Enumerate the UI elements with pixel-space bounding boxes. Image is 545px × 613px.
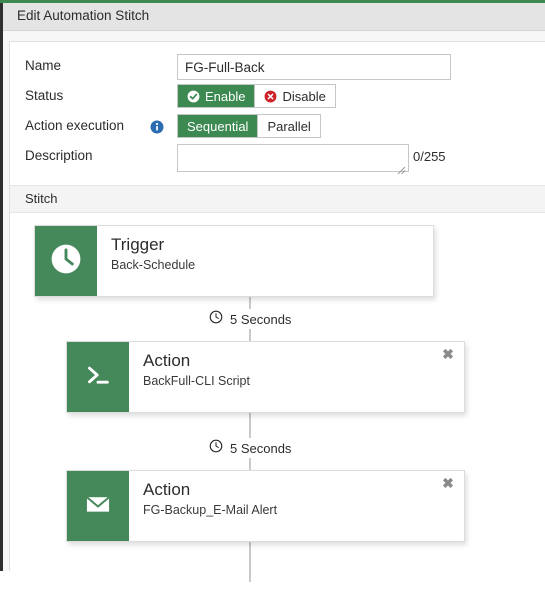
- trigger-subtitle: Back-Schedule: [111, 258, 196, 272]
- status-disable-button[interactable]: Disable: [255, 85, 335, 107]
- flow-node-action-email[interactable]: Action FG-Backup_E-Mail Alert ✖: [66, 470, 465, 542]
- description-character-counter: 0/255: [413, 149, 446, 164]
- action-cli-subtitle: BackFull-CLI Script: [143, 374, 250, 388]
- action-email-title: Action: [143, 480, 191, 499]
- x-circle-icon: [264, 90, 277, 103]
- action-email-subtitle: FG-Backup_E-Mail Alert: [143, 503, 278, 517]
- flow-connector-3: [249, 542, 251, 582]
- trigger-title: Trigger: [111, 235, 165, 254]
- action-email-body: Action FG-Backup_E-Mail Alert ✖: [129, 471, 464, 541]
- terminal-icon: [81, 358, 115, 397]
- stitch-flow-canvas: Trigger Back-Schedule 5 Seconds Action B…: [10, 213, 545, 613]
- name-label: Name: [25, 58, 62, 73]
- left-rail: [0, 3, 3, 571]
- flow-node-action-cli[interactable]: Action BackFull-CLI Script ✖: [66, 341, 465, 413]
- action-execution-toggle-group: Sequential Parallel: [177, 114, 321, 138]
- status-enable-button[interactable]: Enable: [178, 85, 256, 107]
- sequential-label: Sequential: [187, 118, 249, 134]
- clock-icon: [48, 241, 84, 282]
- form-row-action-execution: Action execution Sequential Parallel: [10, 114, 545, 142]
- info-icon[interactable]: [150, 120, 164, 134]
- status-disable-label: Disable: [282, 88, 326, 104]
- action-cli-remove-button[interactable]: ✖: [440, 346, 456, 362]
- action-email-icon-box: [67, 471, 129, 541]
- trigger-icon-box: [35, 226, 97, 296]
- page-title: Edit Automation Stitch: [17, 8, 150, 23]
- name-input[interactable]: [177, 54, 451, 80]
- trigger-body: Trigger Back-Schedule: [97, 226, 433, 296]
- status-enable-label: Enable: [205, 88, 246, 104]
- description-label: Description: [25, 148, 93, 163]
- content-panel: Name Status Enable: [9, 41, 545, 613]
- action-cli-icon-box: [67, 342, 129, 412]
- check-circle-icon: [187, 90, 200, 103]
- delay-label-1: 5 Seconds: [230, 311, 292, 327]
- form-row-name: Name: [10, 54, 545, 82]
- form-row-description: Description 0/255: [10, 144, 545, 175]
- action-cli-body: Action BackFull-CLI Script ✖: [129, 342, 464, 412]
- status-label: Status: [25, 88, 64, 103]
- flow-node-trigger[interactable]: Trigger Back-Schedule: [34, 225, 434, 297]
- parallel-label: Parallel: [267, 118, 311, 134]
- application-frame: Edit Automation Stitch Name Status Enabl…: [0, 0, 545, 613]
- action-email-remove-button[interactable]: ✖: [440, 475, 456, 491]
- form-row-status: Status Enable Disable: [10, 84, 545, 112]
- stitch-section-header: Stitch: [10, 185, 545, 213]
- status-toggle-group: Enable Disable: [177, 84, 336, 108]
- delay-label-2: 5 Seconds: [230, 440, 292, 456]
- action-cli-title: Action: [143, 351, 191, 370]
- clock-outline-icon: [209, 310, 223, 329]
- window-title-bar: Edit Automation Stitch: [3, 3, 545, 31]
- clock-outline-icon: [209, 439, 223, 458]
- delay-badge-1: 5 Seconds: [200, 309, 301, 329]
- sequential-button[interactable]: Sequential: [178, 115, 259, 137]
- delay-badge-2: 5 Seconds: [200, 438, 301, 458]
- action-execution-label: Action execution: [25, 118, 125, 133]
- stitch-section-title: Stitch: [25, 191, 58, 206]
- description-textarea[interactable]: [177, 144, 409, 172]
- envelope-icon: [81, 487, 115, 526]
- parallel-button[interactable]: Parallel: [258, 115, 320, 137]
